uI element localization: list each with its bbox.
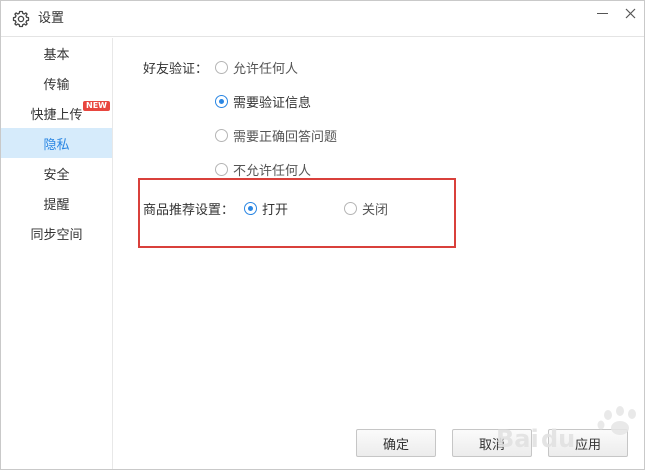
apply-button[interactable]: 应用 (548, 429, 628, 457)
radio-label: 允许任何人 (233, 62, 299, 77)
cancel-button[interactable]: 取消 (452, 429, 532, 457)
sidebar-item-label: 快捷上传 (30, 107, 83, 123)
radio-button[interactable] (215, 163, 228, 176)
minimize-button[interactable] (592, 5, 612, 21)
sidebar-item-security[interactable]: 安全 (1, 158, 112, 188)
settings-sidebar: 基本 传输 快捷上传 NEW 隐私 安全 提醒 同步空间 (1, 38, 113, 469)
gear-icon (12, 10, 30, 28)
close-icon (625, 8, 635, 18)
radio-button[interactable] (215, 95, 228, 108)
sidebar-item-label: 隐私 (43, 137, 70, 153)
sidebar-item-label: 提醒 (43, 197, 70, 213)
radio-label: 需要正确回答问题 (233, 130, 338, 145)
settings-window: 设置 基本 传输 快捷上传 NEW 隐私 安全 提醒 同步空间 好友验证： 允许… (0, 0, 645, 470)
radio-label: 不允许任何人 (233, 164, 312, 179)
minimize-icon (596, 12, 608, 14)
sidebar-item-label: 安全 (43, 167, 70, 183)
radio-require-answer[interactable]: 需要正确回答问题 (215, 126, 337, 145)
radio-button[interactable] (215, 61, 228, 74)
sidebar-item-privacy[interactable]: 隐私 (1, 128, 112, 158)
sidebar-item-reminder[interactable]: 提醒 (1, 188, 112, 218)
sidebar-item-label: 基本 (43, 47, 70, 63)
annotation-highlight-box (138, 178, 456, 248)
sidebar-item-basic[interactable]: 基本 (1, 38, 112, 68)
ok-button[interactable]: 确定 (356, 429, 436, 457)
radio-allow-anyone[interactable]: 允许任何人 (215, 58, 298, 77)
sidebar-item-label: 传输 (43, 77, 70, 93)
privacy-settings-panel: 好友验证： 允许任何人 需要验证信息 需要正确回答问题 不允许任何人 商品推荐设… (114, 38, 644, 469)
radio-require-verification[interactable]: 需要验证信息 (215, 92, 311, 111)
sidebar-item-quick-upload[interactable]: 快捷上传 NEW (1, 98, 112, 128)
new-badge: NEW (83, 101, 110, 111)
radio-button[interactable] (215, 129, 228, 142)
sidebar-item-label: 同步空间 (30, 227, 83, 243)
title-bar[interactable]: 设置 (1, 1, 644, 37)
friend-verification-label: 好友验证： (143, 62, 209, 77)
radio-label: 需要验证信息 (233, 96, 312, 111)
sidebar-item-sync-space[interactable]: 同步空间 (1, 218, 112, 248)
window-title: 设置 (38, 11, 65, 26)
sidebar-item-transfer[interactable]: 传输 (1, 68, 112, 98)
radio-allow-nobody[interactable]: 不允许任何人 (215, 160, 311, 179)
close-button[interactable] (620, 5, 640, 21)
